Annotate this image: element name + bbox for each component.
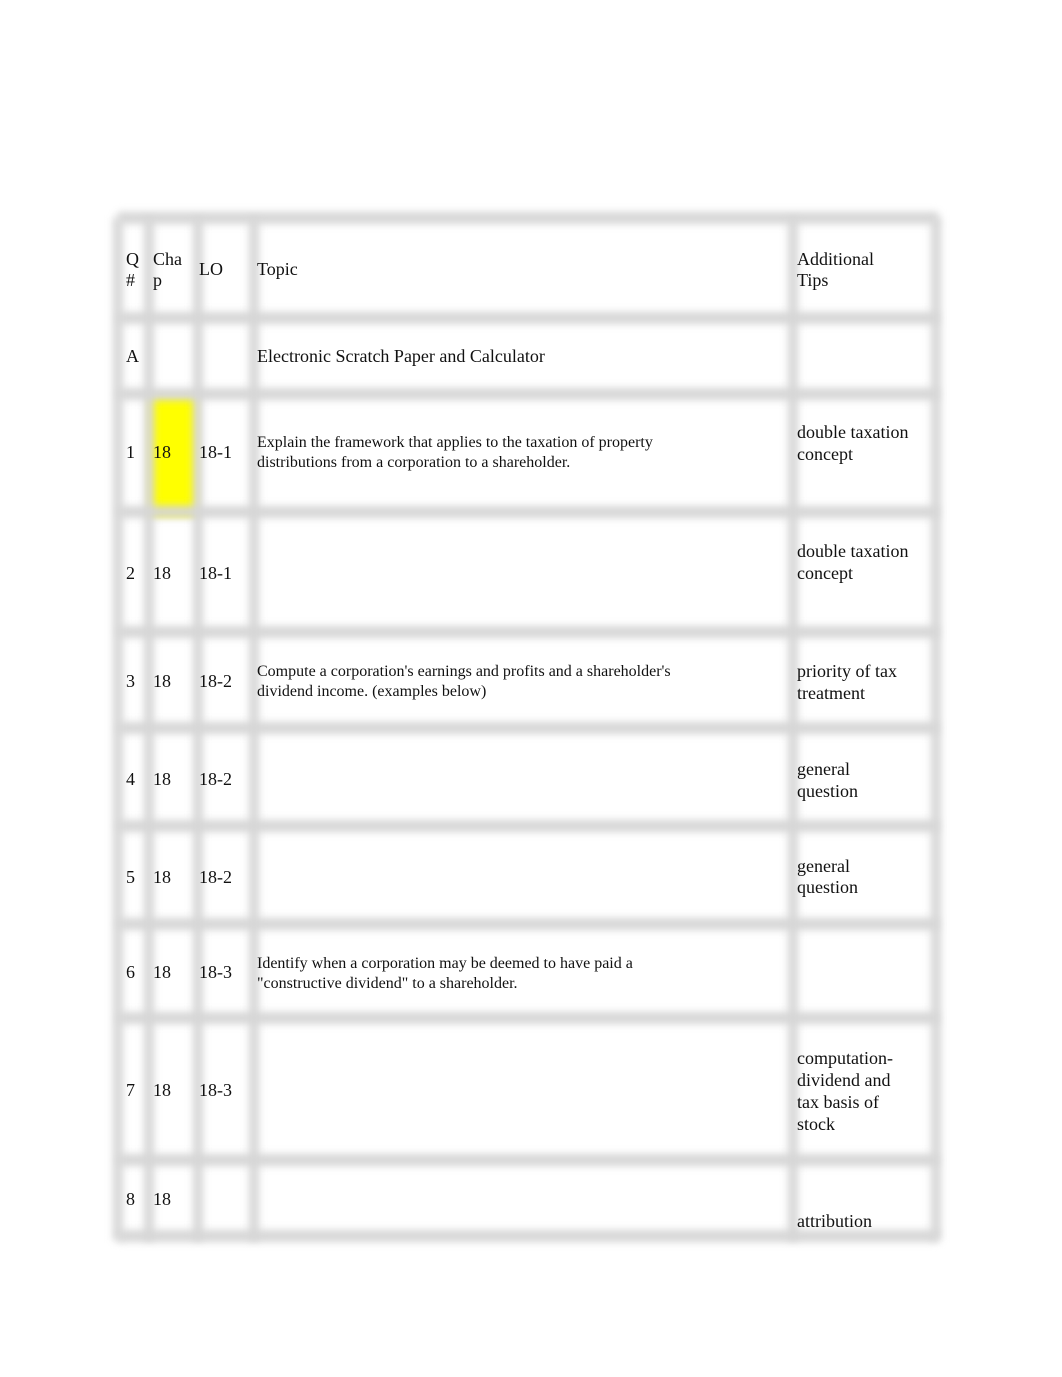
row-a-q: A bbox=[126, 346, 139, 366]
header-chapter: Cha p bbox=[153, 249, 182, 291]
row-8-q: 8 bbox=[126, 1189, 135, 1209]
row-6-lo: 18-3 bbox=[199, 962, 232, 982]
row-3-topic: Compute a corporation's earnings and pro… bbox=[257, 663, 671, 700]
row-divider bbox=[118, 1012, 938, 1024]
row-4-chap: 18 bbox=[153, 769, 171, 789]
row-5-q: 5 bbox=[126, 867, 135, 887]
header-q-line1: Q bbox=[126, 249, 139, 269]
row-7-lo: 18-3 bbox=[199, 1080, 232, 1100]
row-8-tips: attribution bbox=[797, 1211, 872, 1231]
header-chap-line2: p bbox=[153, 270, 162, 290]
header-lo: LO bbox=[199, 259, 223, 279]
row-2-lo: 18-1 bbox=[199, 563, 232, 583]
header-q-number: Q # bbox=[126, 249, 139, 291]
row-7-tips: computation-dividend and tax basis of st… bbox=[797, 1048, 893, 1134]
row-a-topic: Electronic Scratch Paper and Calculator bbox=[257, 346, 545, 366]
header-chap-line1: Cha bbox=[153, 249, 182, 269]
column-divider bbox=[931, 218, 941, 1240]
row-2-chap: 18 bbox=[153, 563, 171, 583]
row-3-q: 3 bbox=[126, 671, 135, 691]
row-7-q: 7 bbox=[126, 1080, 135, 1100]
row-6-topic: Identify when a corporation may be deeme… bbox=[257, 955, 633, 992]
row-2-q: 2 bbox=[126, 563, 135, 583]
row-1-chap: 18 bbox=[153, 442, 171, 462]
row-5-lo: 18-2 bbox=[199, 867, 232, 887]
row-4-tips: general question bbox=[797, 759, 858, 801]
row-3-tips: priority of tax treatment bbox=[797, 661, 897, 703]
row-4-lo: 18-2 bbox=[199, 769, 232, 789]
row-divider bbox=[118, 312, 938, 324]
row-5-chap: 18 bbox=[153, 867, 171, 887]
row-divider bbox=[118, 388, 938, 400]
row-6-chap: 18 bbox=[153, 962, 171, 982]
row-divider bbox=[118, 506, 938, 518]
column-divider bbox=[249, 218, 259, 1240]
row-4-q: 4 bbox=[126, 769, 135, 789]
header-tips-line1: Additional bbox=[797, 249, 874, 269]
row-3-lo: 18-2 bbox=[199, 671, 232, 691]
header-q-line2: # bbox=[126, 270, 135, 290]
column-divider bbox=[113, 218, 123, 1240]
row-divider bbox=[118, 626, 938, 638]
row-1-topic: Explain the framework that applies to th… bbox=[257, 434, 653, 471]
row-7-chap: 18 bbox=[153, 1080, 171, 1100]
row-3-chap: 18 bbox=[153, 671, 171, 691]
row-1-lo: 18-1 bbox=[199, 442, 232, 462]
header-tips: Additional Tips bbox=[797, 249, 874, 291]
row-5-tips: general question bbox=[797, 856, 858, 897]
row-1-q: 1 bbox=[126, 442, 135, 462]
row-2-tips: double taxation concept bbox=[797, 541, 909, 583]
row-divider bbox=[118, 722, 938, 734]
header-tips-line2: Tips bbox=[797, 270, 829, 290]
row-1-tips: double taxation concept bbox=[797, 422, 909, 464]
row-8-chap: 18 bbox=[153, 1189, 171, 1209]
row-divider bbox=[118, 820, 938, 832]
row-divider bbox=[118, 212, 938, 224]
row-6-q: 6 bbox=[126, 962, 135, 982]
header-topic: Topic bbox=[257, 259, 298, 279]
row-divider bbox=[118, 918, 938, 930]
row-divider bbox=[118, 1154, 938, 1166]
